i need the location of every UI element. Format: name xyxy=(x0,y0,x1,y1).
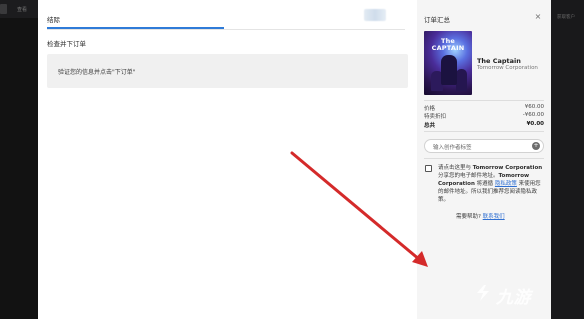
consent-text-part: 分享您的电子邮件地址。 xyxy=(438,173,499,179)
close-icon[interactable]: × xyxy=(533,12,543,22)
game-developer: Tomorrow Corporation xyxy=(477,65,538,71)
creator-code-placeholder: 输入创作者标签 xyxy=(433,145,472,151)
section-title: 检查并下订单 xyxy=(47,40,86,48)
price-row: 价格 ¥60.00 xyxy=(424,104,544,112)
cover-figure xyxy=(441,55,457,85)
blurred-account-tag xyxy=(364,9,386,21)
watermark-text: 九游 xyxy=(496,288,531,308)
total-label: 总共 xyxy=(424,123,436,129)
price-value: ¥60.00 xyxy=(524,104,544,110)
tab-divider xyxy=(47,29,405,30)
background-right-panel xyxy=(551,0,584,319)
review-notice-text: 验证您的信息并点击"下订单" xyxy=(58,69,136,76)
contact-us-link[interactable]: 联系我们 xyxy=(483,214,505,220)
email-consent-text: 请点击这里与 Tomorrow Corporation 分享您的电子邮件地址。T… xyxy=(438,164,544,204)
help-line: 需要帮助? 联系我们 xyxy=(456,212,505,220)
help-prompt: 需要帮助? xyxy=(456,214,481,220)
discount-value: -¥60.00 xyxy=(522,112,544,118)
total-value: ¥0.00 xyxy=(526,121,544,127)
add-creator-code-icon[interactable]: + xyxy=(532,142,540,150)
background-menu-icon xyxy=(0,4,7,14)
game-title: The Captain xyxy=(477,57,521,65)
consent-text-part: 请点击这里与 xyxy=(438,165,473,171)
consent-text-part: 将遵循 xyxy=(474,181,495,187)
consent-company: Tomorrow Corporation xyxy=(472,165,543,171)
review-notice: 验证您的信息并点击"下订单" xyxy=(47,54,408,88)
discount-row: 特卖折扣 -¥60.00 xyxy=(424,112,544,120)
cover-title: The CAPTAIN xyxy=(431,37,465,52)
background-right-label: 获取客户 xyxy=(557,15,575,20)
discount-label: 特卖折扣 xyxy=(424,114,447,120)
creator-code-input[interactable]: 输入创作者标签 + xyxy=(424,139,544,153)
summary-divider xyxy=(424,100,544,101)
privacy-policy-link[interactable]: 隐私政策 xyxy=(495,181,517,187)
order-summary-panel: 订单汇总 × The CAPTAIN The Captain Tomorrow … xyxy=(417,0,551,319)
email-consent-checkbox[interactable] xyxy=(425,165,432,172)
total-row: 总共 ¥0.00 xyxy=(424,121,544,129)
summary-divider xyxy=(424,158,544,159)
order-summary-title: 订单汇总 xyxy=(424,16,450,24)
watermark-logo-icon xyxy=(477,285,489,301)
game-cover-image: The CAPTAIN xyxy=(424,31,472,95)
price-label: 价格 xyxy=(424,106,436,112)
summary-divider xyxy=(424,131,544,132)
background-nav-label: 查看 xyxy=(17,7,28,13)
tab-checkout[interactable]: 结际 xyxy=(47,14,60,24)
checkout-panel: 结际 检查并下订单 验证您的信息并点击"下订单" xyxy=(38,0,417,319)
cover-figure xyxy=(456,69,467,91)
